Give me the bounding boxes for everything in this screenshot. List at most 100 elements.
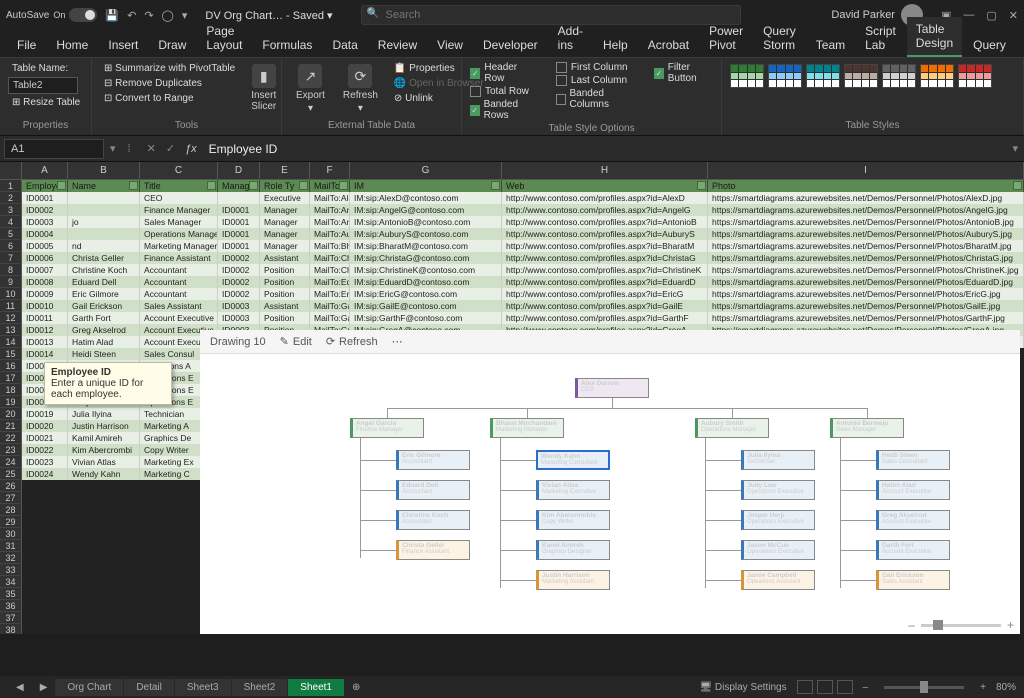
tab-draw[interactable]: Draw — [149, 33, 195, 57]
row-header[interactable]: 30 — [0, 528, 22, 540]
sheet-nav-prev[interactable]: ◀ — [8, 679, 32, 696]
cancel-fx-icon[interactable]: ✕ — [147, 142, 156, 155]
maximize-icon[interactable]: ▢ — [986, 9, 996, 22]
filter-dropdown-icon[interactable] — [697, 181, 706, 190]
sheet-tab-sheet2[interactable]: Sheet2 — [232, 679, 288, 696]
table-row[interactable]: ID0011Garth FortAccount ExecutiveID0003P… — [22, 312, 1024, 324]
org-node[interactable]: Gail EricksonSales Assistant — [876, 570, 950, 590]
org-node[interactable]: Alex DarrowCEO — [575, 378, 649, 398]
share-icon[interactable]: ⇪ — [1017, 36, 1024, 57]
undo-icon[interactable]: ↶ — [127, 9, 136, 22]
org-node[interactable]: Christa GellerFinance Assistant — [396, 540, 470, 560]
table-header-photo[interactable]: Photo — [708, 180, 1024, 192]
tab-formulas[interactable]: Formulas — [253, 33, 321, 57]
row-header[interactable]: 34 — [0, 576, 22, 588]
qat-dropdown-icon[interactable]: ▾ — [182, 9, 188, 22]
table-row[interactable]: ID0004Operations ManagerID0001ManagerMai… — [22, 228, 1024, 240]
col-header-E[interactable]: E — [260, 162, 310, 180]
table-row[interactable]: ID0007Christine KochAccountantID0002Posi… — [22, 264, 1024, 276]
row-header[interactable]: 33 — [0, 564, 22, 576]
search-input[interactable] — [361, 5, 741, 25]
zoom-slider[interactable] — [884, 686, 964, 689]
table-name-input[interactable] — [8, 77, 78, 94]
resize-table-button[interactable]: ⊞ Resize Table — [8, 96, 83, 109]
row-header[interactable]: 28 — [0, 504, 22, 516]
row-header[interactable]: 22 — [0, 432, 22, 444]
formula-input[interactable]: Employee ID — [203, 139, 1007, 159]
tab-review[interactable]: Review — [369, 33, 426, 57]
tab-help[interactable]: Help — [594, 33, 637, 57]
row-header[interactable]: 15 — [0, 348, 22, 360]
col-header-B[interactable]: B — [68, 162, 140, 180]
table-header-web[interactable]: Web — [502, 180, 708, 192]
org-node[interactable]: Bharat MirchandaniMarketing Manager — [490, 418, 564, 438]
org-node[interactable]: Hatim AladAccount Executive — [876, 480, 950, 500]
row-header[interactable]: 10 — [0, 288, 22, 300]
org-node[interactable]: Judy LewOperstions Executive — [741, 480, 815, 500]
visio-edit-button[interactable]: ✎ Edit — [280, 335, 312, 348]
summarize-pivot-button[interactable]: ⊞ Summarize with PivotTable — [100, 62, 239, 75]
sheet-tab-detail[interactable]: Detail — [124, 679, 174, 696]
row-header[interactable]: 11 — [0, 300, 22, 312]
row-header[interactable]: 29 — [0, 516, 22, 528]
visio-more-icon[interactable]: ⋯ — [392, 335, 403, 348]
view-shortcuts[interactable] — [797, 680, 853, 694]
row-header[interactable]: 35 — [0, 588, 22, 600]
row-header[interactable]: 17 — [0, 372, 22, 384]
refresh-button[interactable]: ⟳Refresh▾ — [337, 62, 384, 116]
table-row[interactable]: ID0008Eduard DellAccountantID0002Positio… — [22, 276, 1024, 288]
org-node[interactable]: Aubury SmithOperarions Manager — [695, 418, 769, 438]
col-header-C[interactable]: C — [140, 162, 218, 180]
table-style-swatch[interactable] — [844, 64, 878, 88]
org-node[interactable]: Julia IlyinaTechnician — [741, 450, 815, 470]
row-header[interactable]: 5 — [0, 228, 22, 240]
table-style-swatch[interactable] — [730, 64, 764, 88]
banded-rows-check[interactable]: ✓Banded Rows — [470, 99, 536, 121]
org-node[interactable]: Justin HarrisonMarketing Assistant — [536, 570, 610, 590]
banded-columns-check[interactable]: Banded Columns — [556, 88, 634, 110]
tab-query[interactable]: Query — [964, 33, 1015, 57]
worksheet-grid[interactable]: ABCDEFGHI 123456789101112131415161718192… — [0, 162, 1024, 634]
table-header-mailto[interactable]: MailTo — [310, 180, 350, 192]
tab-developer[interactable]: Developer — [474, 33, 547, 57]
filter-dropdown-icon[interactable] — [249, 181, 258, 190]
org-node[interactable]: Wendy KahnMarketing Consultant — [536, 450, 610, 470]
table-header-employee[interactable]: Employee — [22, 180, 68, 192]
row-header[interactable]: 13 — [0, 324, 22, 336]
remove-duplicates-button[interactable]: ⊟ Remove Duplicates — [100, 77, 239, 90]
row-header[interactable]: 4 — [0, 216, 22, 228]
org-node[interactable]: Angel GarciaFinance Manager — [350, 418, 424, 438]
row-header[interactable]: 14 — [0, 336, 22, 348]
col-header-A[interactable]: A — [22, 162, 68, 180]
table-row[interactable]: ID0003joSales ManagerID0001ManagerMailTo… — [22, 216, 1024, 228]
tab-home[interactable]: Home — [47, 33, 97, 57]
tab-script-lab[interactable]: Script Lab — [856, 19, 905, 57]
new-sheet-button[interactable]: ⊕ — [344, 679, 368, 696]
row-header[interactable]: 6 — [0, 240, 22, 252]
row-header[interactable]: 18 — [0, 384, 22, 396]
filter-dropdown-icon[interactable] — [491, 181, 500, 190]
filter-dropdown-icon[interactable] — [129, 181, 138, 190]
row-header[interactable]: 20 — [0, 408, 22, 420]
table-row[interactable]: ID0005ndMarketing ManagerID0001ManagerMa… — [22, 240, 1024, 252]
convert-range-button[interactable]: ⊡ Convert to Range — [100, 92, 239, 105]
table-row[interactable]: ID0010Gail EricksonSales AssistantID0003… — [22, 300, 1024, 312]
table-styles-gallery[interactable] — [730, 62, 1015, 90]
tab-view[interactable]: View — [428, 33, 472, 57]
tab-page-layout[interactable]: Page Layout — [197, 19, 251, 57]
table-style-swatch[interactable] — [882, 64, 916, 88]
visio-refresh-button[interactable]: ⟳ Refresh — [326, 335, 378, 348]
touch-mode-icon[interactable]: ◯ — [162, 9, 174, 22]
table-header-role-ty[interactable]: Role Ty — [260, 180, 310, 192]
row-header[interactable]: 1 — [0, 180, 22, 192]
table-header-title[interactable]: Title — [140, 180, 218, 192]
tab-team[interactable]: Team — [807, 33, 854, 57]
sheet-tab-sheet3[interactable]: Sheet3 — [175, 679, 231, 696]
org-chart-canvas[interactable]: Alex DarrowCEO Angel GarciaFinance Manage… — [200, 354, 1020, 634]
close-icon[interactable]: ✕ — [1009, 9, 1018, 22]
org-node[interactable]: Vivian AtlasMarketing Executive — [536, 480, 610, 500]
insert-slicer-button[interactable]: ▮ Insert Slicer — [245, 62, 282, 114]
visio-zoom-out[interactable]: – — [908, 618, 915, 632]
org-node[interactable]: Garth FortAccount Executive — [876, 540, 950, 560]
row-header[interactable]: 36 — [0, 600, 22, 612]
